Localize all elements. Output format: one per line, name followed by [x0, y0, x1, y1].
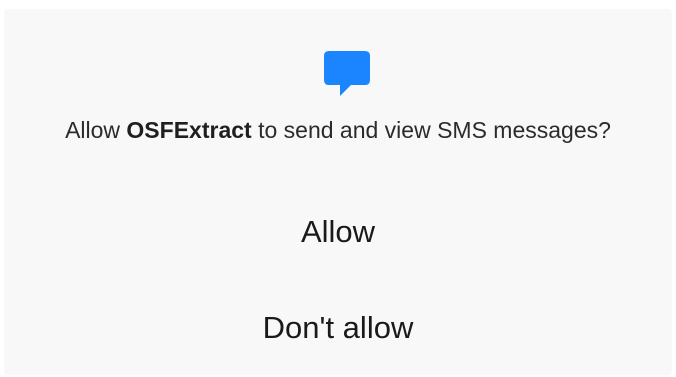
permission-message: Allow OSFExtract to send and view SMS me… — [4, 117, 672, 144]
sms-bubble-icon — [324, 51, 370, 96]
app-name: OSFExtract — [126, 117, 252, 143]
message-prefix: Allow — [65, 117, 127, 143]
permission-dialog: Allow OSFExtract to send and view SMS me… — [4, 9, 672, 375]
dont-allow-button[interactable]: Don't allow — [4, 296, 672, 360]
allow-button[interactable]: Allow — [4, 200, 672, 264]
message-suffix: to send and view SMS messages? — [251, 117, 611, 143]
